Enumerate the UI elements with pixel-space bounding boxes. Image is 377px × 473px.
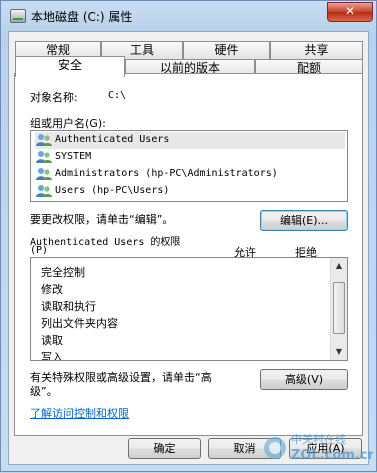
advanced-button[interactable]: 高级(V)	[260, 369, 348, 390]
list-item[interactable]: Administrators (hp-PC\Administrators)	[35, 166, 345, 183]
permission-item: 完全控制	[41, 266, 85, 279]
watermark-graphic: 中关村在线 ZOL.com.cn	[264, 432, 377, 463]
users-group-icon	[36, 151, 52, 163]
svg-text:ZOL.com.cn: ZOL.com.cn	[291, 448, 373, 463]
permission-item: 读取和执行	[41, 300, 96, 313]
scroll-down-icon[interactable]: ▼	[331, 344, 347, 360]
watermark-logo: 中关村在线 ZOL.com.cn	[263, 428, 377, 468]
list-item[interactable]: Users (hp-PC\Users)	[35, 183, 345, 200]
security-content: 对象名称: C:\ 组或用户名(G): Authenticated Users …	[1, 1, 377, 473]
edit-button[interactable]: 编辑(E)...	[260, 210, 348, 231]
permissions-for-label: Authenticated Users 的权限	[30, 237, 181, 248]
user-name: Authenticated Users	[55, 134, 170, 145]
user-list[interactable]: Authenticated Users SYSTEM Administrator…	[30, 130, 348, 202]
permission-item: 列出文件夹内容	[41, 317, 118, 330]
properties-window: 本地磁盘 (C:) 属性 ✕ 常规 工具 硬件 共享 安全 以前的版本 配额 对…	[0, 0, 377, 472]
permission-item: 读取	[41, 334, 63, 347]
scroll-up-icon[interactable]: ▲	[331, 258, 347, 274]
object-name-value: C:\	[108, 90, 127, 101]
permission-item: 修改	[41, 283, 63, 296]
svg-text:中关村在线: 中关村在线	[291, 432, 346, 446]
users-group-icon	[36, 185, 52, 197]
permissions-list[interactable]: 完全控制 修改 读取和执行 列出文件夹内容 读取 写入 ▲ ▼	[30, 257, 348, 361]
advanced-text-line2: 级”。	[30, 385, 58, 398]
ok-button[interactable]: 确定	[128, 438, 201, 459]
permissions-accesskey: (P)	[30, 245, 49, 256]
users-group-icon	[36, 168, 52, 180]
list-item[interactable]: SYSTEM	[35, 149, 345, 166]
group-label: 组或用户名(G):	[30, 117, 106, 130]
permission-item: 写入	[41, 351, 63, 361]
users-group-icon	[36, 134, 52, 146]
user-name: Administrators (hp-PC\Administrators)	[55, 168, 278, 179]
scroll-thumb[interactable]	[333, 282, 345, 334]
list-item[interactable]: Authenticated Users	[35, 132, 345, 149]
object-name-label: 对象名称:	[30, 91, 78, 104]
user-name: Users (hp-PC\Users)	[55, 185, 170, 196]
learn-access-control-link[interactable]: 了解访问控制和权限	[30, 405, 129, 421]
change-permissions-text: 要更改权限，请单击“编辑”。	[30, 213, 174, 226]
user-name: SYSTEM	[55, 151, 92, 162]
permissions-scrollbar[interactable]: ▲ ▼	[330, 258, 347, 360]
